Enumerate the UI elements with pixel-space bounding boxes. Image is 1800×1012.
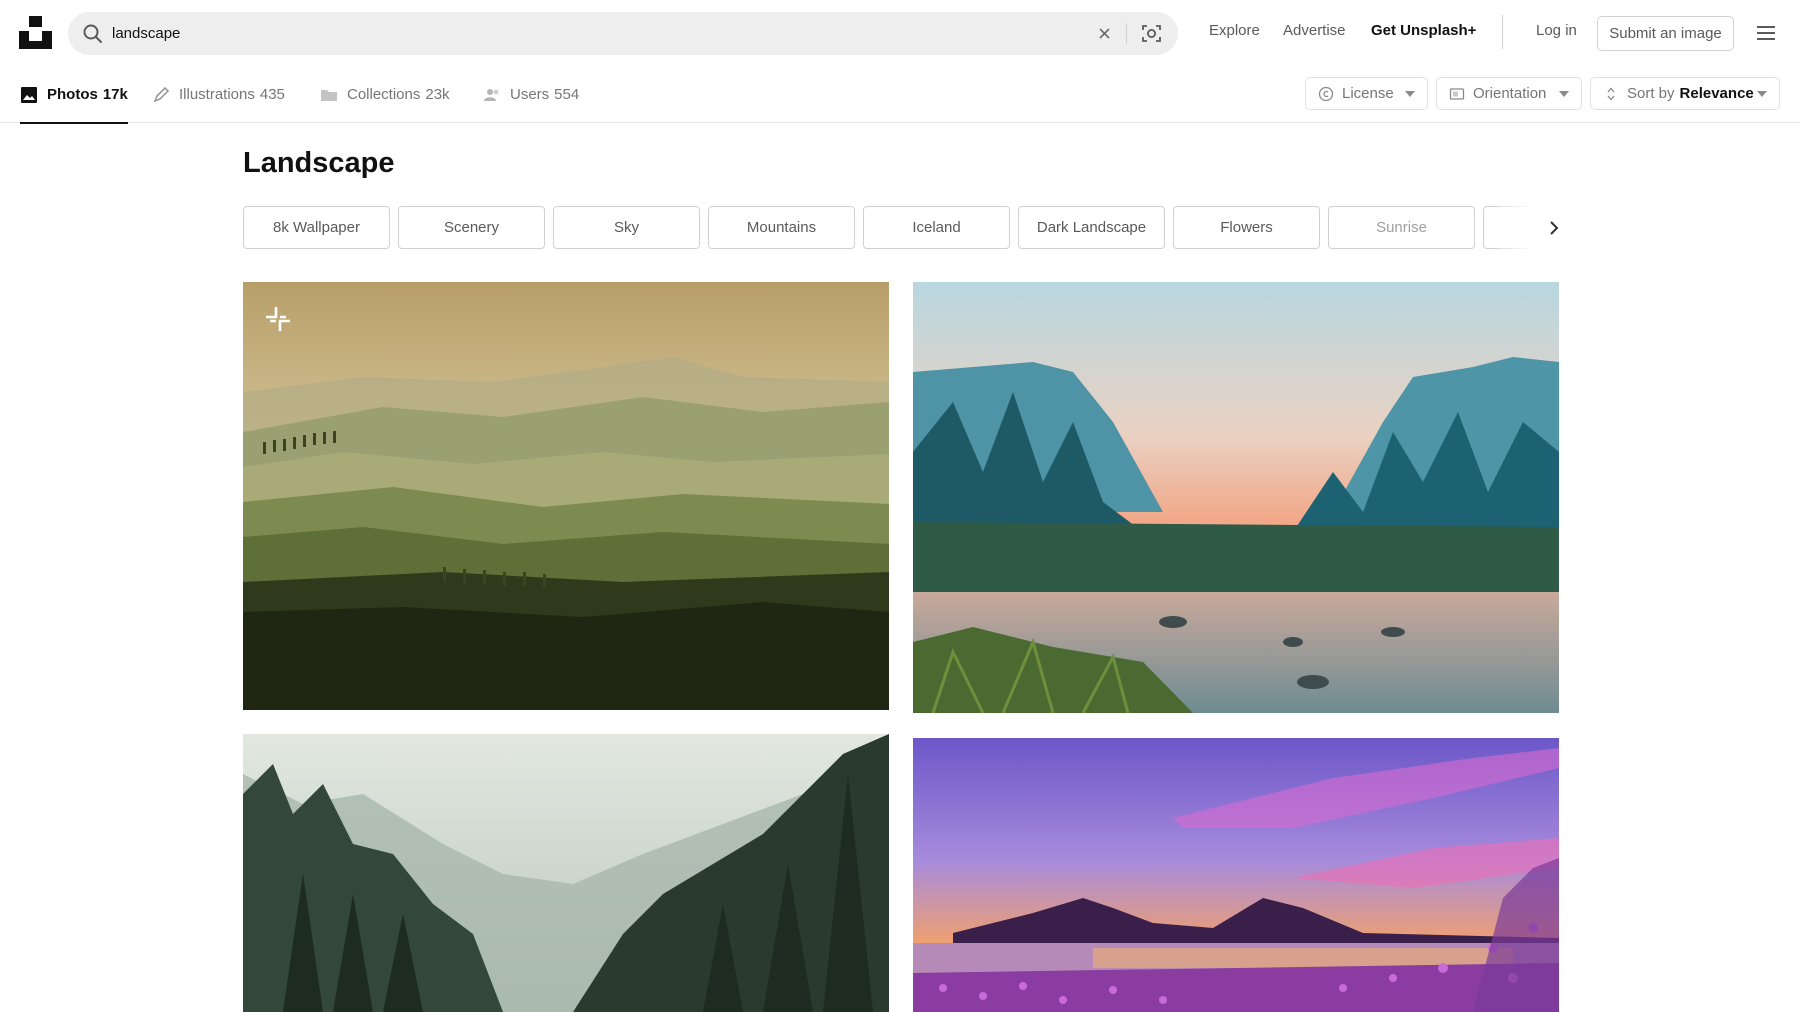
chevron-down-icon (1757, 91, 1767, 97)
orientation-icon (1449, 87, 1465, 100)
landscape-photo-valley (913, 282, 1559, 713)
license-filter-label: License (1342, 85, 1394, 102)
chevron-down-icon (1559, 91, 1569, 97)
tab-illustrations[interactable]: Illustrations 435 (152, 66, 285, 123)
chevron-down-icon (1405, 91, 1415, 97)
related-chip[interactable]: Iceland (863, 206, 1010, 249)
photo-card[interactable] (913, 738, 1559, 1012)
tab-users-count: 554 (554, 86, 580, 103)
pen-icon (153, 86, 170, 102)
photo-card[interactable] (913, 282, 1559, 713)
top-header: Explore Advertise Get Unsplash+ Log in S… (0, 0, 1800, 66)
tab-illustrations-label: Illustrations (179, 86, 255, 103)
landscape-photo-hills (243, 282, 889, 710)
orientation-filter[interactable]: Orientation (1436, 77, 1582, 110)
nav-divider (1502, 15, 1503, 49)
sort-icon (1607, 87, 1615, 100)
photo-icon (21, 86, 37, 103)
related-chip[interactable]: Mountains (708, 206, 855, 249)
tab-users-label: Users (510, 86, 550, 103)
sort-filter-prefix: Sort by (1627, 85, 1675, 102)
chevron-right-icon[interactable] (1542, 216, 1566, 240)
close-icon[interactable] (1094, 23, 1115, 44)
tab-collections[interactable]: Collections 23k (320, 66, 450, 123)
license-filter[interactable]: License (1305, 77, 1428, 110)
related-chip[interactable]: Flowers (1173, 206, 1320, 249)
related-searches: 8k Wallpaper Scenery Sky Mountains Icela… (243, 206, 1558, 249)
page-title: Landscape (243, 147, 395, 179)
related-chip[interactable]: Sky (553, 206, 700, 249)
nav-advertise[interactable]: Advertise (1283, 22, 1346, 39)
search-bar (68, 12, 1178, 55)
tab-collections-label: Collections (347, 86, 421, 103)
login-link[interactable]: Log in (1536, 22, 1577, 39)
tab-illustrations-count: 435 (259, 86, 285, 103)
related-chip[interactable]: Sunrise (1328, 206, 1475, 249)
orientation-filter-label: Orientation (1473, 85, 1547, 102)
visual-search-icon[interactable] (1140, 22, 1163, 45)
related-chip[interactable]: Scenery (398, 206, 545, 249)
search-type-tabs: Photos 17k Illustrations 435 Collections… (0, 66, 1800, 124)
nav-get-unsplash-plus[interactable]: Get Unsplash+ (1371, 22, 1476, 39)
tab-photos-count: 17k (102, 86, 128, 103)
hamburger-menu-icon[interactable] (1755, 23, 1777, 43)
sort-filter-value: Relevance (1679, 85, 1754, 102)
related-chip[interactable]: 8k Wallpaper (243, 206, 390, 249)
users-icon (484, 88, 499, 101)
search-divider (1126, 23, 1127, 44)
photo-card[interactable] (243, 734, 889, 1012)
tab-collections-count: 23k (425, 86, 450, 103)
sort-filter[interactable]: Sort by Relevance (1590, 77, 1780, 110)
nav-explore[interactable]: Explore (1209, 22, 1260, 39)
license-icon (1318, 86, 1334, 101)
unsplash-logo-icon[interactable] (19, 16, 52, 49)
tab-photos[interactable]: Photos 17k (20, 66, 128, 124)
submit-image-button[interactable]: Submit an image (1597, 16, 1734, 51)
related-chip[interactable]: Dark Landscape (1018, 206, 1165, 249)
search-input[interactable] (112, 12, 1092, 55)
landscape-photo-forest (243, 734, 889, 1012)
folder-icon (321, 89, 337, 101)
landscape-photo-sunset-lake (913, 738, 1559, 1012)
tab-photos-label: Photos (47, 86, 98, 103)
tab-users[interactable]: Users 554 (483, 66, 579, 123)
photo-card[interactable] (243, 282, 889, 710)
unsplash-plus-icon (266, 307, 290, 331)
search-icon[interactable] (82, 23, 103, 44)
